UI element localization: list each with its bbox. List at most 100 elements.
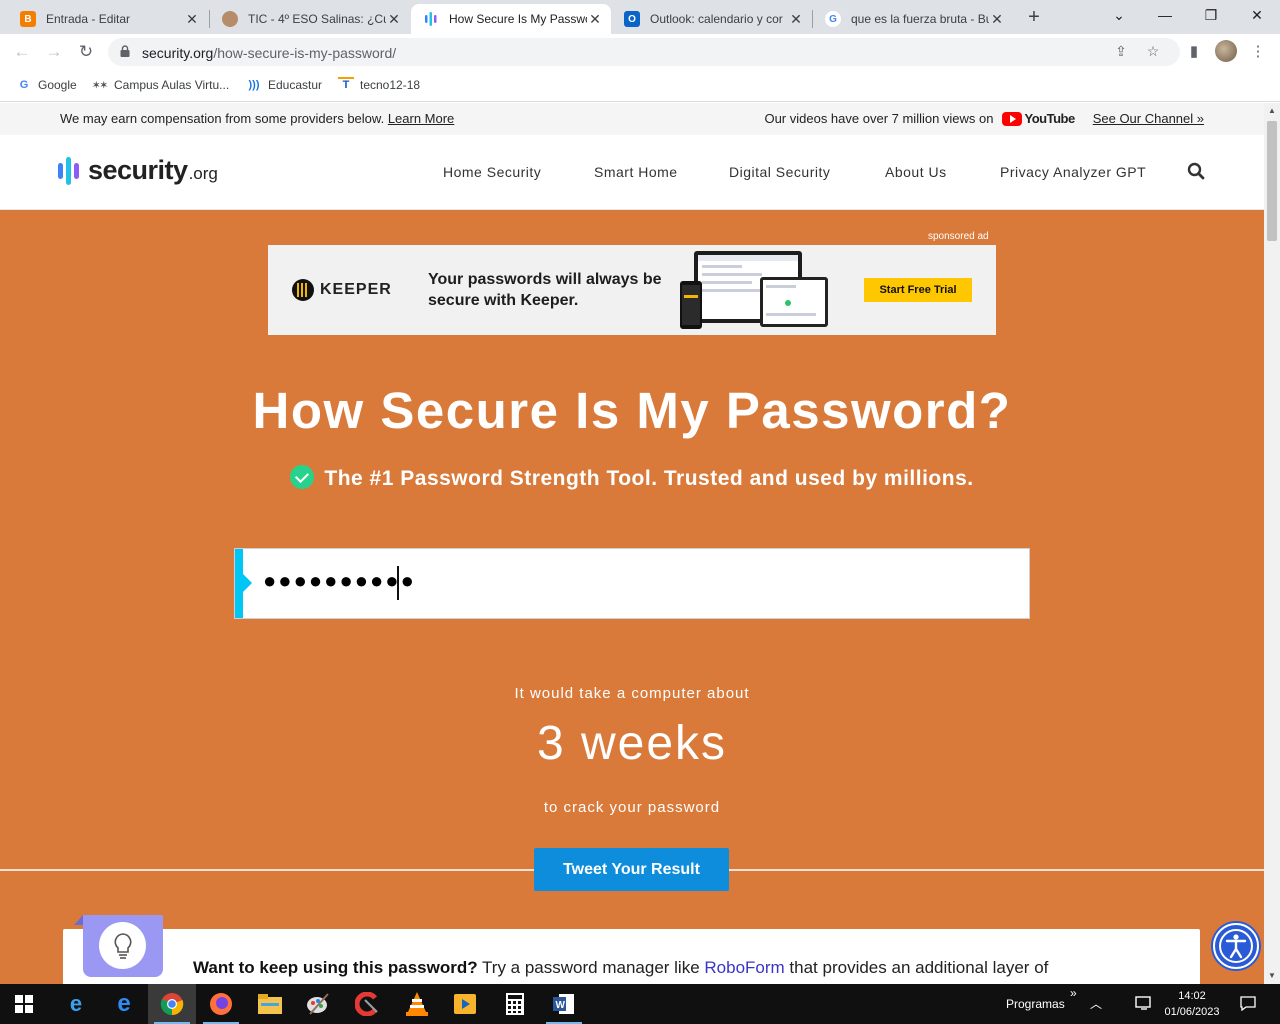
tab-strip: B Entrada - Editar ✕ TIC - 4º ESO Salina…	[0, 0, 1280, 34]
bookmark-google[interactable]: G Google	[16, 77, 77, 93]
youtube-play-icon	[1001, 111, 1022, 126]
crack-time: 3 weeks	[536, 717, 728, 770]
password-manager-tip: Want to keep using this password? Try a …	[63, 915, 1200, 984]
keeper-ad-banner[interactable]: KEEPER Your passwords will always be sec…	[268, 245, 996, 335]
tab-tic-eso[interactable]: TIC - 4º ESO Salinas: ¿Cuá ✕	[210, 4, 410, 34]
taskbar-calculator[interactable]	[491, 984, 539, 1024]
taskbar-file-explorer[interactable]	[246, 984, 294, 1024]
videos-text: Our videos have over 7 million views on	[764, 111, 994, 126]
restore-button[interactable]: ❐	[1188, 0, 1234, 30]
bookmark-educastur[interactable]: ))) Educastur	[246, 77, 323, 93]
close-tab-icon[interactable]: ✕	[788, 11, 804, 28]
start-button[interactable]	[0, 984, 48, 1024]
nav-privacy-analyzer[interactable]: Privacy Analyzer GPT	[1000, 164, 1146, 180]
taskbar-ie[interactable]: e	[100, 984, 148, 1024]
disclosure-bar: We may earn compensation from some provi…	[0, 103, 1264, 135]
blogger-icon: B	[20, 11, 36, 27]
tip-badge	[74, 915, 163, 977]
close-tab-icon[interactable]: ✕	[989, 11, 1005, 28]
close-tab-icon[interactable]: ✕	[184, 11, 200, 28]
password-input[interactable]: ●●●●●●●●●●	[234, 548, 1030, 619]
learn-more-link[interactable]: Learn More	[388, 111, 454, 126]
text-caret	[397, 566, 399, 600]
menu-kebab-icon[interactable]: ⋮	[1246, 40, 1270, 64]
toolbar-expand-icon[interactable]: »	[1070, 986, 1077, 1000]
avatar-icon	[222, 11, 238, 27]
close-window-button[interactable]: ✕	[1234, 0, 1280, 30]
result-prefix: It would take a computer about	[514, 685, 750, 702]
taskbar-word[interactable]: W	[540, 984, 588, 1024]
side-panel-icon[interactable]: ▮	[1182, 40, 1206, 64]
address-bar[interactable]: security.org/how-secure-is-my-password/ …	[108, 38, 1180, 66]
url-path: /how-secure-is-my-password/	[213, 45, 397, 61]
new-tab-button[interactable]: +	[1022, 6, 1046, 30]
scroll-up-arrow-icon[interactable]: ▲	[1264, 103, 1280, 119]
accessibility-button[interactable]	[1213, 923, 1259, 969]
scroll-down-arrow-icon[interactable]: ▼	[1264, 968, 1280, 984]
tab-how-secure[interactable]: How Secure Is My Passwo ✕	[411, 4, 611, 34]
close-tab-icon[interactable]: ✕	[587, 11, 603, 28]
bookmark-campus[interactable]: ✶✶ Campus Aulas Virtu...	[92, 77, 229, 93]
back-icon[interactable]: ←	[10, 40, 34, 64]
nav-home-security[interactable]: Home Security	[443, 164, 541, 180]
search-icon[interactable]	[1187, 162, 1205, 180]
taskbar-paint[interactable]	[294, 984, 342, 1024]
tab-title: Entrada - Editar	[46, 12, 131, 26]
url-text: security.org/how-secure-is-my-password/	[142, 45, 396, 61]
share-icon[interactable]: ⇪	[1112, 43, 1130, 61]
page-scrollbar[interactable]: ▲ ▼	[1264, 103, 1280, 984]
taskbar-chrome[interactable]	[148, 984, 196, 1024]
start-free-trial-button[interactable]: Start Free Trial	[864, 278, 972, 302]
minimize-button[interactable]: —	[1142, 0, 1188, 30]
see-channel-link[interactable]: See Our Channel »	[1093, 111, 1204, 126]
taskbar-media-player[interactable]	[441, 984, 489, 1024]
notifications-icon[interactable]	[1240, 995, 1256, 1014]
video-promo: Our videos have over 7 million views on …	[764, 111, 1204, 126]
tab-outlook[interactable]: O Outlook: calendario y cor ✕	[612, 4, 812, 34]
roboform-link[interactable]: RoboForm	[704, 958, 784, 977]
scroll-thumb[interactable]	[1267, 121, 1277, 241]
tab-search-chevron-icon[interactable]: ⌄	[1096, 0, 1142, 30]
tab-google-search[interactable]: G que es la fuerza bruta - Bu ✕	[813, 4, 1013, 34]
lock-icon[interactable]	[120, 45, 130, 57]
youtube-logo[interactable]: YouTube	[1001, 111, 1075, 126]
sponsored-label: sponsored ad	[928, 231, 989, 242]
calculator-icon	[506, 993, 524, 1015]
tab-entrada-editar[interactable]: B Entrada - Editar ✕	[8, 4, 208, 34]
tagline-text: The #1 Password Strength Tool. Trusted a…	[324, 467, 974, 490]
taskbar-vlc[interactable]	[393, 984, 441, 1024]
tray-overflow-chevron-icon[interactable]: ︿	[1090, 995, 1102, 1012]
compensation-text: We may earn compensation from some provi…	[60, 111, 385, 126]
forward-icon[interactable]: →	[42, 40, 66, 64]
bookmark-label: Google	[38, 78, 77, 92]
nav-digital-security[interactable]: Digital Security	[729, 164, 830, 180]
bookmark-label: Campus Aulas Virtu...	[114, 78, 230, 92]
close-tab-icon[interactable]: ✕	[386, 11, 402, 28]
taskbar-firefox[interactable]	[197, 984, 245, 1024]
tagline: The #1 Password Strength Tool. Trusted a…	[0, 465, 1264, 491]
tweet-result-button[interactable]: Tweet Your Result	[534, 848, 729, 891]
site-header: security .org Home Security Smart Home D…	[0, 135, 1264, 210]
tip-body: Try a password manager like	[477, 958, 705, 977]
ie-icon: e	[117, 990, 131, 1017]
bookmark-label: tecno12-18	[360, 78, 421, 92]
site-logo[interactable]: security .org	[58, 155, 218, 186]
nav-smart-home[interactable]: Smart Home	[594, 164, 678, 180]
system-clock[interactable]: 14:02 01/06/2023	[1160, 988, 1224, 1020]
tab-title: Outlook: calendario y cor	[650, 12, 783, 26]
bookmark-star-icon[interactable]: ☆	[1144, 43, 1162, 61]
clock-date: 01/06/2023	[1164, 1006, 1220, 1018]
tab-title: TIC - 4º ESO Salinas: ¿Cuá	[248, 12, 386, 26]
outlook-icon: O	[624, 11, 640, 27]
compensation-note: We may earn compensation from some provi…	[60, 111, 454, 126]
screen: B Entrada - Editar ✕ TIC - 4º ESO Salina…	[0, 0, 1280, 1024]
bookmark-tecno[interactable]: T tecno12-18	[338, 77, 420, 93]
programs-toolbar-label[interactable]: Programas	[1006, 997, 1065, 1011]
network-icon[interactable]	[1135, 995, 1153, 1014]
page-title: How Secure Is My Password?	[252, 382, 1012, 439]
profile-avatar[interactable]	[1215, 40, 1237, 62]
nav-about-us[interactable]: About Us	[885, 164, 947, 180]
taskbar-edge[interactable]: e	[52, 984, 100, 1024]
reload-icon[interactable]: ↻	[74, 40, 98, 64]
taskbar-ccleaner[interactable]	[343, 984, 391, 1024]
